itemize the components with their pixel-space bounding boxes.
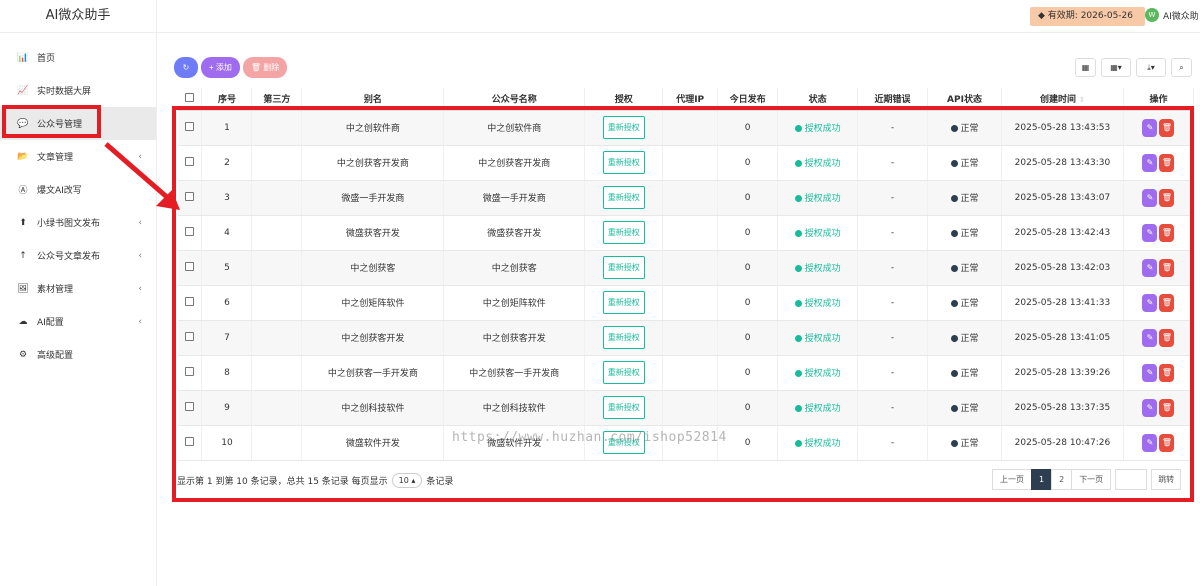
search-icon[interactable]: ⌕: [1171, 58, 1192, 77]
sidebar-item[interactable]: 📈 实时数据大屏: [0, 74, 156, 107]
sidebar-item-label: 小绿书图文发布: [37, 219, 101, 229]
sidebar: AI微众助手 📊 首页 📈 实时数据大屏 💬 公众号管理 📂 文章管理 ‹ Ⓐ 爆文AI改写 ⬆ 小绿书…: [0, 0, 157, 586]
chevron-left-icon: ‹: [138, 250, 142, 261]
sort-icon[interactable]: ⇕: [1079, 96, 1085, 104]
sidebar-item-label: 文章管理: [37, 153, 74, 163]
grid-view-dropdown[interactable]: ▦▾: [1101, 58, 1131, 77]
select-all-checkbox[interactable]: [185, 92, 195, 102]
highlight-box-table: [172, 106, 1194, 502]
chevron-left-icon: ‹: [138, 316, 142, 327]
bar-chart-icon: 📊: [17, 52, 29, 63]
avatar: W: [1145, 8, 1159, 22]
sidebar-item-label: 爆文AI改写: [37, 186, 82, 196]
delete-button[interactable]: 🗑 删除: [242, 57, 288, 78]
folder-icon: 📂: [17, 151, 29, 162]
sidebar-item[interactable]: 📊 首页: [0, 41, 156, 74]
cloud-icon: ☁: [18, 316, 28, 327]
sidebar-item-label: 素材管理: [37, 285, 74, 295]
ai-icon: Ⓐ: [18, 186, 28, 196]
highlight-box-menu: [2, 105, 101, 138]
user-menu[interactable]: W AI微众助: [1145, 8, 1199, 22]
sidebar-item[interactable]: ☁ AI配置 ‹: [0, 305, 156, 338]
app-logo: AI微众助手: [0, 0, 156, 33]
diamond-icon: ◆: [1038, 11, 1048, 21]
table-tools: ▦ ▦▾ ⤓▾ ⌕: [1075, 58, 1192, 77]
sidebar-item-label: 首页: [37, 54, 56, 64]
sidebar-item[interactable]: 🖼 素材管理 ‹: [0, 272, 156, 305]
user-name: AI微众助: [1163, 11, 1199, 22]
chevron-left-icon: ‹: [138, 283, 142, 294]
image-icon: 🖼: [17, 283, 29, 294]
expiry-badge: ◆ 有效期: 2026-05-26: [1030, 7, 1145, 26]
upload-icon: ⬆: [19, 217, 27, 228]
area-chart-icon: 📈: [17, 85, 29, 96]
sidebar-item-label: 公众号文章发布: [37, 252, 101, 262]
sidebar-item[interactable]: ↑ 公众号文章发布 ‹: [0, 239, 156, 272]
annotation-arrow-icon: [104, 142, 180, 210]
add-button[interactable]: + 添加: [201, 57, 240, 78]
sidebar-item[interactable]: ⚙ 高级配置: [0, 338, 156, 371]
refresh-button[interactable]: ↻: [174, 57, 198, 78]
sidebar-item-label: AI配置: [37, 318, 64, 328]
gear-icon: ⚙: [18, 349, 28, 360]
export-dropdown[interactable]: ⤓▾: [1136, 58, 1166, 77]
columns-toggle-icon[interactable]: ▦: [1075, 58, 1096, 77]
arrow-shaft: [104, 142, 170, 200]
sidebar-item-label: 实时数据大屏: [37, 87, 92, 97]
topbar: ◆ 有效期: 2026-05-26 W AI微众助: [157, 0, 1200, 33]
arrow-up-icon: ↑: [19, 250, 27, 261]
sidebar-item-label: 高级配置: [37, 351, 74, 361]
table-toolbar: ↻ + 添加 🗑 删除: [174, 57, 288, 78]
